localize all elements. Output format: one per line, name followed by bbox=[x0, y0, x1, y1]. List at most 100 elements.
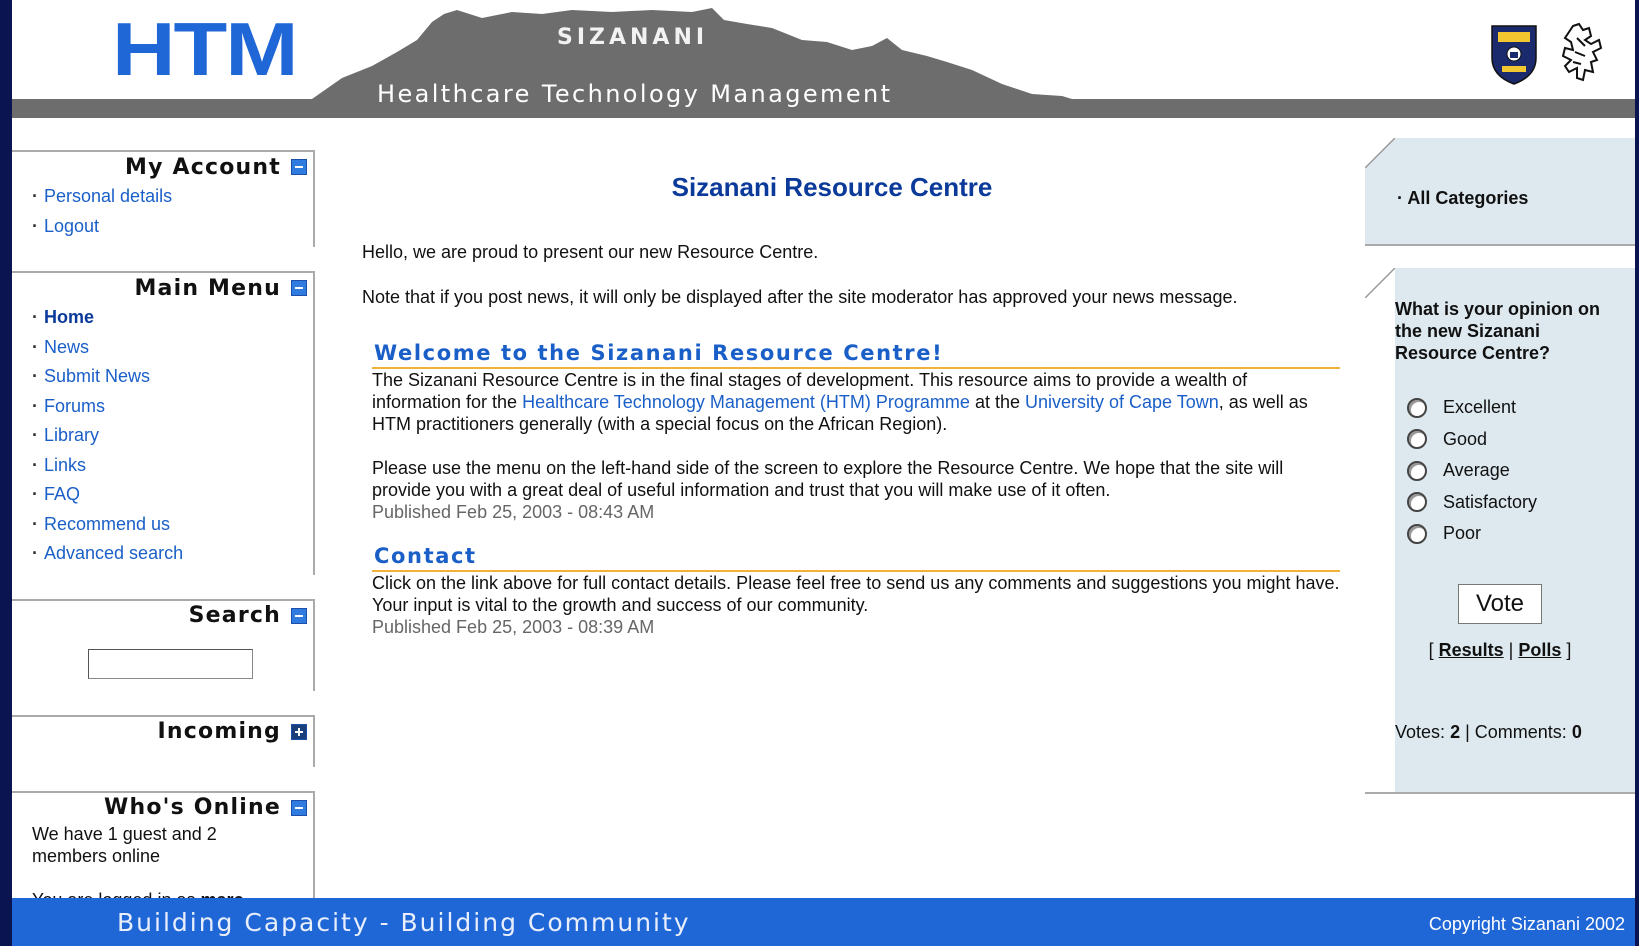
menu-item-personal-details: Personal details bbox=[32, 182, 313, 212]
article-body: Please use the menu on the left-hand sid… bbox=[372, 458, 1284, 500]
forums-link[interactable]: Forums bbox=[44, 396, 105, 416]
incoming-header: Incoming bbox=[12, 717, 313, 747]
poll-option[interactable]: Poor bbox=[1407, 518, 1537, 550]
poll-option-label: Excellent bbox=[1443, 397, 1517, 418]
votes-label: Votes: bbox=[1395, 722, 1446, 742]
votes-count: 2 bbox=[1450, 722, 1461, 742]
home-link[interactable]: Home bbox=[44, 307, 94, 327]
main-menu-block: Main Menu Home News Submit News Forums L… bbox=[12, 271, 315, 575]
polls-link[interactable]: Polls bbox=[1518, 640, 1561, 660]
search-header: Search bbox=[12, 601, 313, 631]
advanced-search-link[interactable]: Advanced search bbox=[44, 543, 183, 563]
article-title[interactable]: Welcome to the Sizanani Resource Centre! bbox=[372, 340, 1340, 369]
news-article: Welcome to the Sizanani Resource Centre!… bbox=[372, 340, 1340, 523]
university-crest-icon bbox=[1491, 25, 1537, 85]
article-body: The Sizanani Resource Centre is in the f… bbox=[372, 369, 1340, 435]
poll-question: What is your opinion on the new Sizanani… bbox=[1395, 299, 1600, 363]
categories-block: · All Categories bbox=[1365, 138, 1635, 246]
radio-button[interactable] bbox=[1407, 397, 1427, 418]
collapse-icon[interactable] bbox=[291, 280, 307, 296]
folded-corner-icon bbox=[1365, 138, 1395, 168]
news-link[interactable]: News bbox=[44, 337, 89, 357]
online-count: We have 1 guest and 2 members online bbox=[32, 823, 217, 866]
site-header: HTM SIZANANI Healthcare Technology Manag… bbox=[12, 0, 1635, 118]
menu-item-logout: Logout bbox=[32, 212, 313, 242]
submit-news-link[interactable]: Submit News bbox=[44, 366, 150, 386]
menu-item-recommend-us: Recommend us bbox=[32, 510, 313, 540]
right-sidebar: · All Categories What is your opinion on… bbox=[1365, 138, 1635, 794]
my-account-header: My Account bbox=[12, 152, 313, 182]
incoming-block: Incoming bbox=[12, 714, 315, 767]
recommend-us-link[interactable]: Recommend us bbox=[44, 514, 170, 534]
poll-option[interactable]: Satisfactory bbox=[1407, 487, 1537, 519]
article-body: Click on the link above for full contact… bbox=[372, 573, 1340, 615]
logout-link[interactable]: Logout bbox=[44, 216, 99, 236]
poll-option-label: Good bbox=[1443, 428, 1488, 449]
site-name: SIZANANI bbox=[557, 25, 709, 50]
poll-option[interactable]: Excellent bbox=[1407, 392, 1537, 424]
comments-label: Comments: bbox=[1474, 722, 1567, 742]
htm-programme-link[interactable]: Healthcare Technology Management (HTM) P… bbox=[522, 392, 970, 412]
news-article: Contact Click on the link above for full… bbox=[372, 543, 1340, 638]
article-title[interactable]: Contact bbox=[372, 543, 1340, 572]
poll-options: Excellent Good Average Satisfactory Poor bbox=[1407, 392, 1537, 550]
menu-item-links: Links bbox=[32, 451, 313, 481]
published-date: Published Feb 25, 2003 - 08:43 AM bbox=[372, 502, 655, 522]
poll-stats: Votes: 2 | Comments: 0 bbox=[1395, 722, 1582, 742]
lion-emblem-icon bbox=[1561, 22, 1603, 82]
radio-button[interactable] bbox=[1407, 523, 1427, 544]
incoming-title: Incoming bbox=[157, 719, 281, 744]
search-title: Search bbox=[188, 603, 281, 628]
main-menu-header: Main Menu bbox=[12, 273, 313, 303]
poll-links: [ Results | Polls ] bbox=[1428, 640, 1572, 660]
poll-option-label: Average bbox=[1443, 460, 1510, 481]
menu-item-submit-news: Submit News bbox=[32, 362, 313, 392]
whos-online-header: Who's Online bbox=[12, 793, 313, 823]
copyright-text: Copyright Sizanani 2002 bbox=[1428, 914, 1625, 934]
whos-online-title: Who's Online bbox=[104, 795, 281, 820]
poll-option-label: Poor bbox=[1443, 523, 1482, 544]
category-label: All Categories bbox=[1407, 188, 1529, 208]
expand-icon[interactable] bbox=[291, 723, 307, 740]
menu-item-library: Library bbox=[32, 421, 313, 451]
menu-item-advanced-search: Advanced search bbox=[32, 539, 313, 569]
main-menu: Home News Submit News Forums Library Lin… bbox=[12, 303, 313, 569]
collapse-icon[interactable] bbox=[291, 607, 307, 624]
window-frame-right bbox=[1635, 0, 1639, 946]
library-link[interactable]: Library bbox=[44, 425, 99, 445]
personal-details-link[interactable]: Personal details bbox=[44, 186, 172, 206]
main-menu-title: Main Menu bbox=[134, 275, 281, 301]
results-link[interactable]: Results bbox=[1439, 640, 1504, 660]
uct-link[interactable]: University of Cape Town bbox=[1025, 392, 1219, 412]
collapse-icon[interactable] bbox=[291, 799, 307, 816]
published-date: Published Feb 25, 2003 - 08:39 AM bbox=[372, 617, 655, 637]
whos-online-block: Who's Online We have 1 guest and 2 membe… bbox=[12, 790, 315, 911]
collapse-icon[interactable] bbox=[291, 159, 307, 175]
menu-item-news: News bbox=[32, 333, 313, 363]
menu-item-forums: Forums bbox=[32, 392, 313, 422]
vote-button[interactable]: Vote bbox=[1458, 584, 1542, 624]
my-account-menu: Personal details Logout bbox=[12, 182, 313, 241]
category-item[interactable]: · All Categories bbox=[1397, 188, 1528, 209]
search-input[interactable] bbox=[88, 648, 253, 679]
folded-corner-icon bbox=[1365, 268, 1395, 298]
search-block: Search bbox=[12, 598, 315, 691]
radio-button[interactable] bbox=[1407, 492, 1427, 513]
radio-button[interactable] bbox=[1407, 460, 1427, 481]
site-subtitle: Healthcare Technology Management bbox=[377, 80, 893, 108]
my-account-title: My Account bbox=[125, 154, 281, 180]
comments-count: 0 bbox=[1571, 722, 1582, 742]
window-frame-left bbox=[0, 0, 12, 946]
poll-option[interactable]: Average bbox=[1407, 455, 1537, 487]
article-text: at the bbox=[969, 392, 1025, 412]
links-link[interactable]: Links bbox=[44, 455, 86, 475]
poll-option[interactable]: Good bbox=[1407, 424, 1537, 456]
htm-logo[interactable]: HTM bbox=[112, 12, 299, 87]
faq-link[interactable]: FAQ bbox=[44, 484, 80, 504]
moderation-note: Note that if you post news, it will only… bbox=[362, 287, 1238, 307]
page-title: Sizanani Resource Centre bbox=[671, 172, 993, 202]
menu-item-home: Home bbox=[32, 303, 313, 333]
radio-button[interactable] bbox=[1407, 429, 1427, 450]
footer-slogan: Building Capacity - Building Community bbox=[117, 908, 691, 937]
site-footer: Building Capacity - Building Community C… bbox=[12, 898, 1635, 946]
